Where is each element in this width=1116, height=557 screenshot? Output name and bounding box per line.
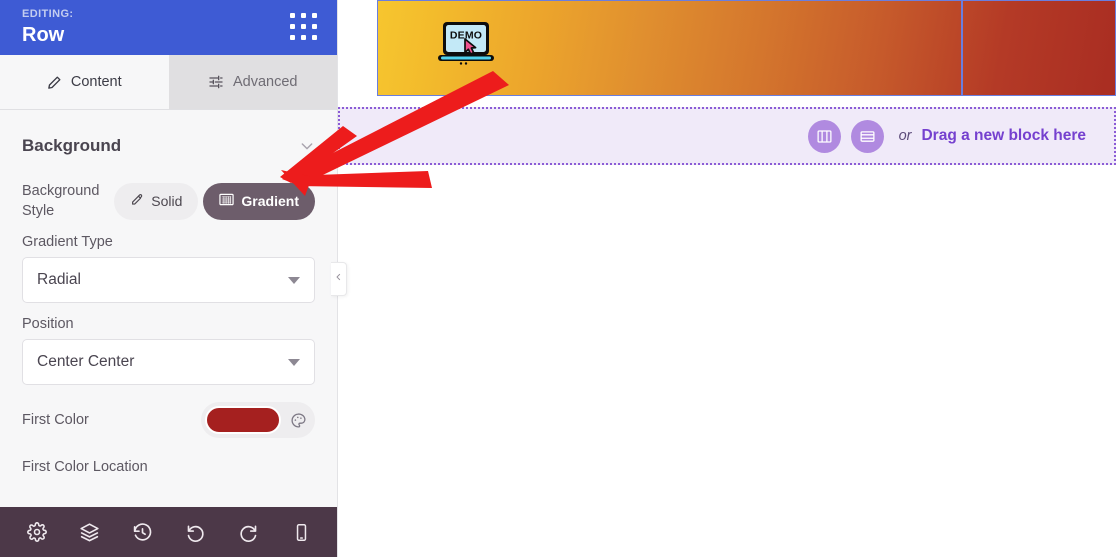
undo-icon[interactable] — [179, 515, 213, 549]
drop-zone[interactable]: or Drag a new block here — [338, 107, 1116, 165]
first-color-location-label: First Color Location — [22, 459, 148, 475]
pencil-icon — [47, 75, 62, 90]
tab-advanced-label: Advanced — [233, 74, 298, 90]
background-style-row: Background Style Solid Gradient — [0, 181, 337, 221]
background-style-solid-button[interactable]: Solid — [114, 182, 199, 220]
settings-sidebar: EDITING: Row Content Advanced Background… — [0, 0, 338, 557]
layers-icon[interactable] — [73, 515, 107, 549]
eyedropper-icon — [130, 193, 144, 210]
gradient-grid-icon — [219, 192, 235, 210]
panel-header: EDITING: Row — [0, 0, 337, 55]
tab-content[interactable]: Content — [0, 55, 169, 109]
demo-laptop-icon: DEMO — [436, 19, 496, 78]
position-select[interactable]: Center Center — [22, 339, 315, 385]
gradient-type-field: Gradient Type Radial — [0, 234, 337, 303]
position-value: Center Center — [37, 353, 135, 370]
drag-new-block-link[interactable]: Drag a new block here — [921, 127, 1086, 145]
background-style-label: Background Style — [22, 183, 100, 219]
chevron-down-icon — [288, 277, 300, 284]
history-icon[interactable] — [126, 515, 160, 549]
redo-icon[interactable] — [232, 515, 266, 549]
position-field: Position Center Center — [0, 316, 337, 385]
chevron-down-icon — [288, 359, 300, 366]
column-divider — [961, 1, 963, 95]
block-icon[interactable] — [850, 119, 884, 153]
sidebar-collapse-handle[interactable] — [331, 262, 347, 296]
gradient-type-label: Gradient Type — [22, 234, 113, 250]
selected-row[interactable]: DEMO — [377, 0, 1116, 96]
tab-advanced[interactable]: Advanced — [168, 55, 337, 109]
gear-icon[interactable] — [20, 515, 54, 549]
editor-screen: EDITING: Row Content Advanced Background… — [0, 0, 1116, 557]
section-title: Background — [22, 136, 122, 155]
editor-bottom-toolbar — [0, 507, 337, 557]
background-style-toggle-group: Solid Gradient — [114, 182, 315, 220]
background-section-header[interactable]: Background — [0, 117, 337, 175]
mobile-icon[interactable] — [285, 515, 319, 549]
tab-content-label: Content — [70, 74, 122, 90]
columns-icon[interactable] — [807, 119, 841, 153]
first-color-swatch[interactable] — [205, 406, 281, 434]
background-style-gradient-button[interactable]: Gradient — [203, 182, 315, 220]
palette-icon[interactable] — [285, 407, 311, 433]
first-color-label: First Color — [22, 412, 89, 428]
sliders-icon — [208, 74, 224, 90]
first-color-control — [201, 402, 315, 438]
gradient-type-value: Radial — [37, 271, 81, 288]
chevron-left-icon — [334, 270, 343, 288]
background-style-gradient-label: Gradient — [241, 193, 299, 209]
panel-tabs: Content Advanced — [0, 55, 337, 110]
gradient-type-select[interactable]: Radial — [22, 257, 315, 303]
background-style-solid-label: Solid — [151, 193, 183, 209]
page-canvas: DEMO or Drag a new block here — [338, 0, 1116, 557]
or-text: or — [898, 128, 912, 144]
first-color-row: First Color — [0, 402, 337, 438]
chevron-down-icon[interactable] — [299, 138, 315, 154]
grid-dots-icon[interactable] — [289, 12, 319, 42]
position-label: Position — [22, 316, 74, 332]
